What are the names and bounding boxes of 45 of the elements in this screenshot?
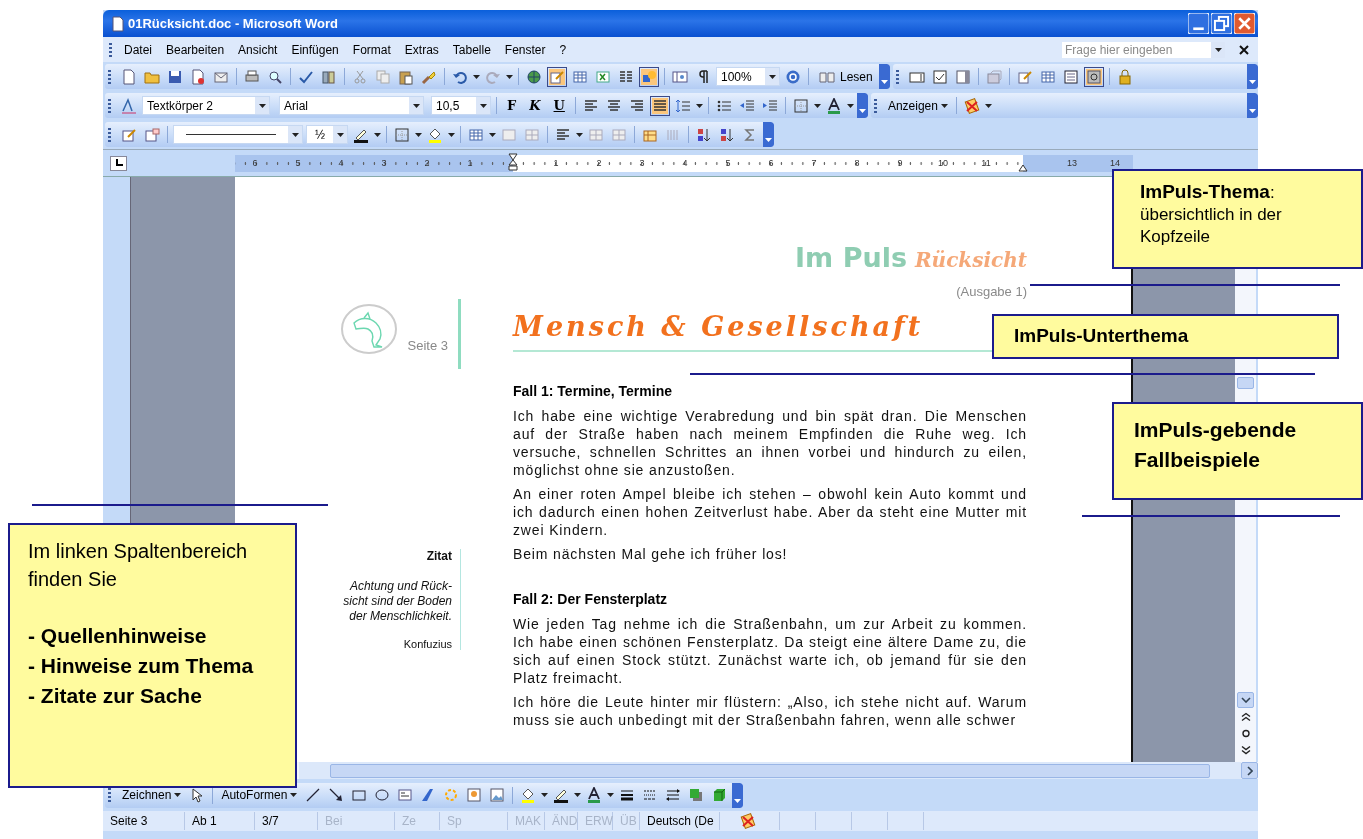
callout-list-item: - Zitate zur Sache <box>28 683 203 709</box>
status-field: 3/7 <box>255 812 318 830</box>
callout-list-item: - Quellenhinweise <box>28 623 208 649</box>
body-paragraph: Ich höre die Leute hinter mir flüstern: „Also, ich stehe nicht auf. Warum muss sie auch unbedingt mit der Straßenbahn fahren, wenn alle schwer <box>513 693 1027 729</box>
callout-text: Im linken Spaltenbereich finden Sie <box>28 539 248 592</box>
ruler-number: 8 <box>853 156 861 170</box>
ruler-number: 13 <box>1066 156 1078 170</box>
ruler-number: 2 <box>423 156 431 170</box>
page-number: Seite 3 <box>407 338 448 353</box>
body-paragraph: Wie jeden Tag nehme ich die Straßenbahn, um zur Arbeit zu kommen. Ich habe einen schönen Fensterplatz. Da steigt eine ältere Dame zu, die sich auf einen Stock stützt. Zunächst warte ich, ob jemand für sie den Platz freimacht. <box>513 615 1027 687</box>
callout-text: ImPuls-Thema: übersichtlich in der Kopfzeile <box>1140 181 1283 248</box>
ruler-number: 14 <box>1109 156 1121 170</box>
ruler-number: 5 <box>724 156 732 170</box>
body-paragraph: Ich habe eine wichtige Verabredung und bin spät dran. Die Menschen auf der Straße haben nach meinem Empfinden die Ruhe weg. Ich versuche, schnellen Schrittes an ihnen vorbei und hindurch zu eilen, möglichst ohne sie anzustoßen. <box>513 407 1027 479</box>
ruler-number: 3 <box>380 156 388 170</box>
quote-text: Achtung und Rück-sicht sind der Boden der Menschlichkeit. <box>342 579 452 624</box>
masthead-name: Im Puls <box>795 244 907 272</box>
ruler-number: 1 <box>466 156 474 170</box>
ruler-number: 4 <box>337 156 345 170</box>
body-paragraph: Beim nächsten Mal gehe ich früher los! <box>513 545 789 563</box>
ruler-number: 5 <box>294 156 302 170</box>
case-heading: Fall 1: Termine, Termine <box>513 383 673 399</box>
ruler-number: 2 <box>595 156 603 170</box>
callout-list-item: - Hinweise zum Thema <box>28 653 255 679</box>
status-field: Seite 3 <box>103 812 185 830</box>
issue-label: (Ausgabe 1) <box>955 284 1027 299</box>
ruler-number: 3 <box>638 156 646 170</box>
body-paragraph: An einer roten Ampel bleibe ich stehen – obwohl kein Auto kommt und ich dadurch einen hohen Zeitverlust habe. Aber da steht eine Mutter mit zwei Kindern. <box>513 485 1027 539</box>
ruler-number: 1 <box>552 156 560 170</box>
callout-text: ImPuls-gebende Fallbeispiele <box>1134 417 1298 473</box>
callout-text: ImPuls-Unterthema <box>1014 325 1190 347</box>
status-field: Deutsch (De <box>640 812 720 830</box>
masthead-topic: Rücksicht <box>915 247 1027 274</box>
window-title: 01Rücksicht.doc - Microsoft Word <box>128 16 339 31</box>
ruler-number: 6 <box>767 156 775 170</box>
status-field: Ab 1 <box>185 812 255 830</box>
ruler-number: 9 <box>896 156 904 170</box>
ruler-number: 11 <box>980 156 992 170</box>
quote-label: Zitat <box>425 549 452 563</box>
quote-author: Konfuzius <box>402 638 452 650</box>
ruler-number: 10 <box>937 156 949 170</box>
case-heading: Fall 2: Der Fensterplatz <box>513 591 669 607</box>
ruler-number: 7 <box>810 156 818 170</box>
ruler-number: 6 <box>251 156 259 170</box>
ruler-number: 4 <box>681 156 689 170</box>
